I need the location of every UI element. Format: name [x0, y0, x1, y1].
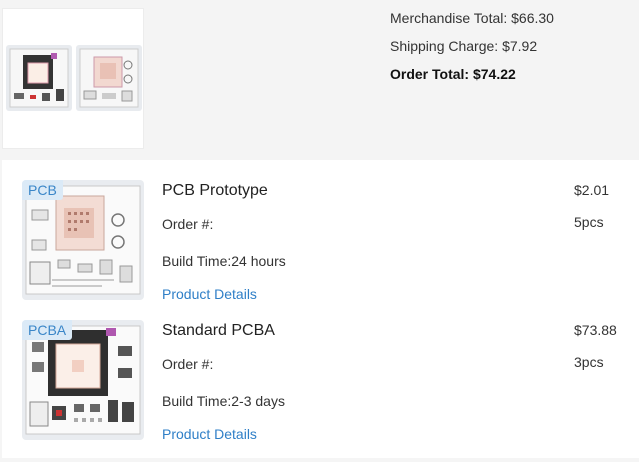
pcb-thumbnail[interactable] [76, 45, 142, 111]
pcba-thumbnail[interactable] [6, 45, 72, 111]
item-price: $73.88 [574, 322, 617, 338]
order-total: Order Total: $74.22 [390, 66, 516, 82]
shipping-charge: Shipping Charge: $7.92 [390, 38, 538, 54]
product-image[interactable]: PCBA [22, 320, 144, 440]
build-time: Build Time:24 hours [162, 253, 286, 269]
order-items-list: PCB PCB Prototype Order #: Build Time:24… [2, 160, 639, 458]
order-thumbnails [2, 8, 144, 149]
product-type-tag: PCB [22, 180, 63, 200]
order-number-label: Order #: [162, 216, 214, 232]
product-details-link[interactable]: Product Details [162, 426, 257, 442]
pcba-board-image [9, 48, 69, 108]
order-summary-panel: Merchandise Total: $66.30 Shipping Charg… [0, 0, 639, 160]
product-title: Standard PCBA [162, 322, 275, 339]
item-price: $2.01 [574, 182, 610, 198]
build-time: Build Time:2-3 days [162, 393, 285, 409]
order-item-pcb: PCB PCB Prototype Order #: Build Time:24… [2, 180, 639, 322]
totals-block: Merchandise Total: $66.30 Shipping Charg… [390, 10, 554, 94]
order-number-label: Order #: [162, 356, 214, 372]
item-quantity: 3pcs [574, 354, 604, 370]
merchandise-total: Merchandise Total: $66.30 [390, 10, 554, 26]
product-details-link[interactable]: Product Details [162, 286, 257, 302]
product-image[interactable]: PCB [22, 180, 144, 300]
pcb-board-image [79, 48, 139, 108]
item-quantity: 5pcs [574, 214, 604, 230]
product-type-tag: PCBA [22, 320, 73, 340]
product-title: PCB Prototype [162, 182, 268, 199]
order-item-pcba: PCBA Standard PCBA Order #: Build Time:2… [2, 320, 639, 462]
